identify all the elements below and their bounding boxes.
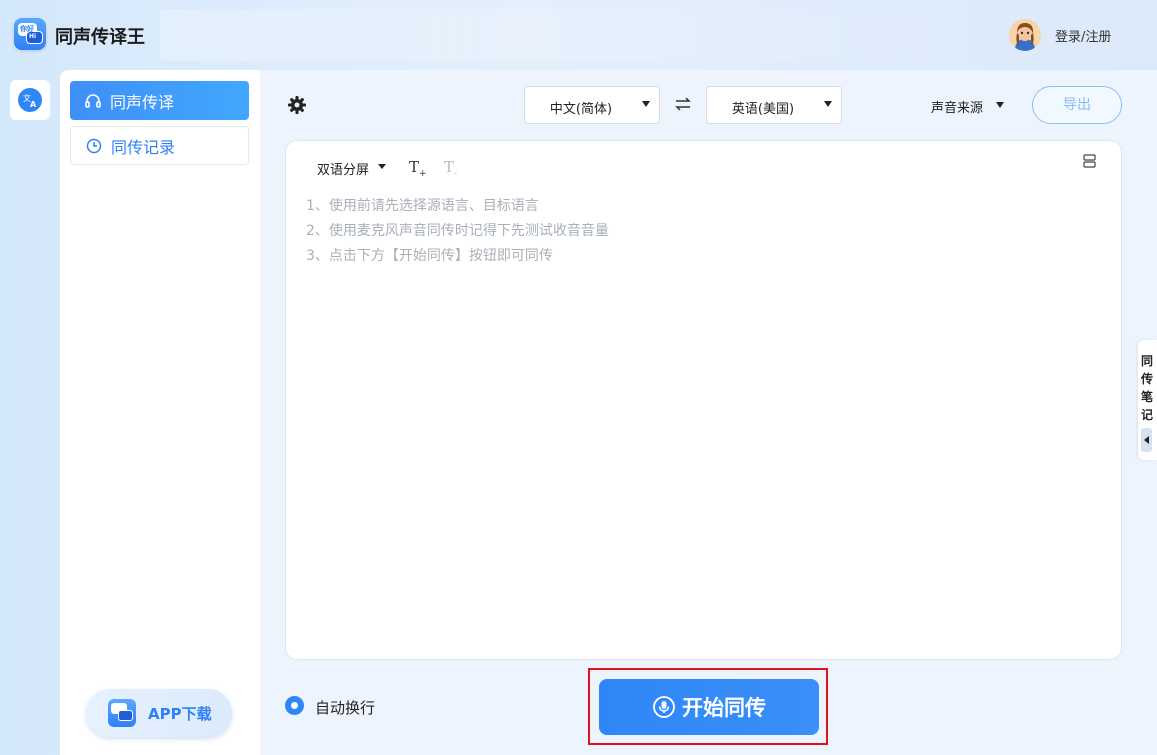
transcript-panel [285, 140, 1122, 660]
app-logo: 你好 Hi [14, 18, 46, 50]
display-mode-dropdown[interactable]: 双语分屏 [317, 159, 369, 178]
target-language-value: 英语(美国) [731, 102, 795, 117]
source-language-select[interactable]: 中文(简体) [524, 86, 660, 124]
left-rail-translate-button[interactable]: 文 A [10, 80, 50, 120]
sidebar-item-simultaneous-interpretation[interactable]: 同声传译 [70, 81, 249, 120]
app-download-label: APP下载 [148, 704, 212, 723]
logo-text-bottom: Hi [29, 33, 37, 40]
auto-wrap-radio[interactable] [285, 696, 304, 715]
sidebar-item-label: 同声传译 [110, 92, 175, 112]
app-logo-icon [108, 699, 136, 727]
chevron-down-icon [996, 102, 1004, 108]
chevron-down-icon [378, 164, 386, 169]
app-title: 同声传译王 [55, 27, 145, 48]
app-download-button[interactable]: APP下载 [86, 689, 232, 737]
target-language-select[interactable]: 英语(美国) [706, 86, 842, 124]
clock-icon [86, 138, 102, 153]
title-bar-drag-area [160, 9, 990, 61]
chevron-down-icon [824, 101, 832, 107]
start-label: 开始同传 [682, 696, 766, 720]
font-increase-glyph: T [409, 158, 420, 176]
login-register-link[interactable]: 登录/注册 [1055, 26, 1111, 45]
start-interpretation-button[interactable]: 开始同传 [599, 679, 819, 735]
font-increase-mark: + [419, 169, 427, 179]
collapse-arrow-icon[interactable] [1141, 428, 1152, 452]
hint-line: 2、使用麦克风声音同传时记得下先测试收音音量 [306, 223, 609, 239]
sidebar-item-records[interactable]: 同传记录 [70, 126, 249, 165]
translate-icon: 文 A [18, 88, 42, 112]
sidebar: 同声传译 同传记录 APP下载 [60, 70, 260, 755]
title-bar: 你好 Hi 同声传译王 登录/注册 [0, 0, 1157, 70]
microphone-icon [653, 696, 675, 718]
swap-languages-icon[interactable] [674, 95, 692, 113]
source-language-value: 中文(简体) [549, 102, 613, 117]
notes-tab-label: 同 传 笔 记 [1141, 354, 1154, 422]
auto-wrap-label[interactable]: 自动换行 [315, 697, 375, 718]
font-decrease-mark: - [454, 169, 458, 179]
font-decrease-glyph: T [444, 158, 455, 176]
audio-source-dropdown[interactable]: 声音来源 [931, 97, 983, 116]
svg-text:A: A [30, 100, 37, 109]
sidebar-item-label: 同传记录 [111, 137, 176, 157]
hint-line: 1、使用前请先选择源语言、目标语言 [306, 198, 539, 214]
chevron-down-icon [642, 101, 650, 107]
font-decrease-button[interactable]: T- [444, 158, 457, 179]
settings-gear-icon[interactable] [287, 95, 307, 115]
export-button[interactable]: 导出 [1032, 86, 1122, 124]
split-layout-icon[interactable] [1083, 154, 1096, 168]
hint-line: 3、点击下方【开始同传】按钮即可同传 [306, 248, 553, 264]
font-increase-button[interactable]: T+ [409, 158, 427, 179]
avatar[interactable] [1009, 19, 1041, 51]
notes-side-tab[interactable]: 同 传 笔 记 [1138, 340, 1157, 460]
headphones-icon [85, 93, 101, 108]
